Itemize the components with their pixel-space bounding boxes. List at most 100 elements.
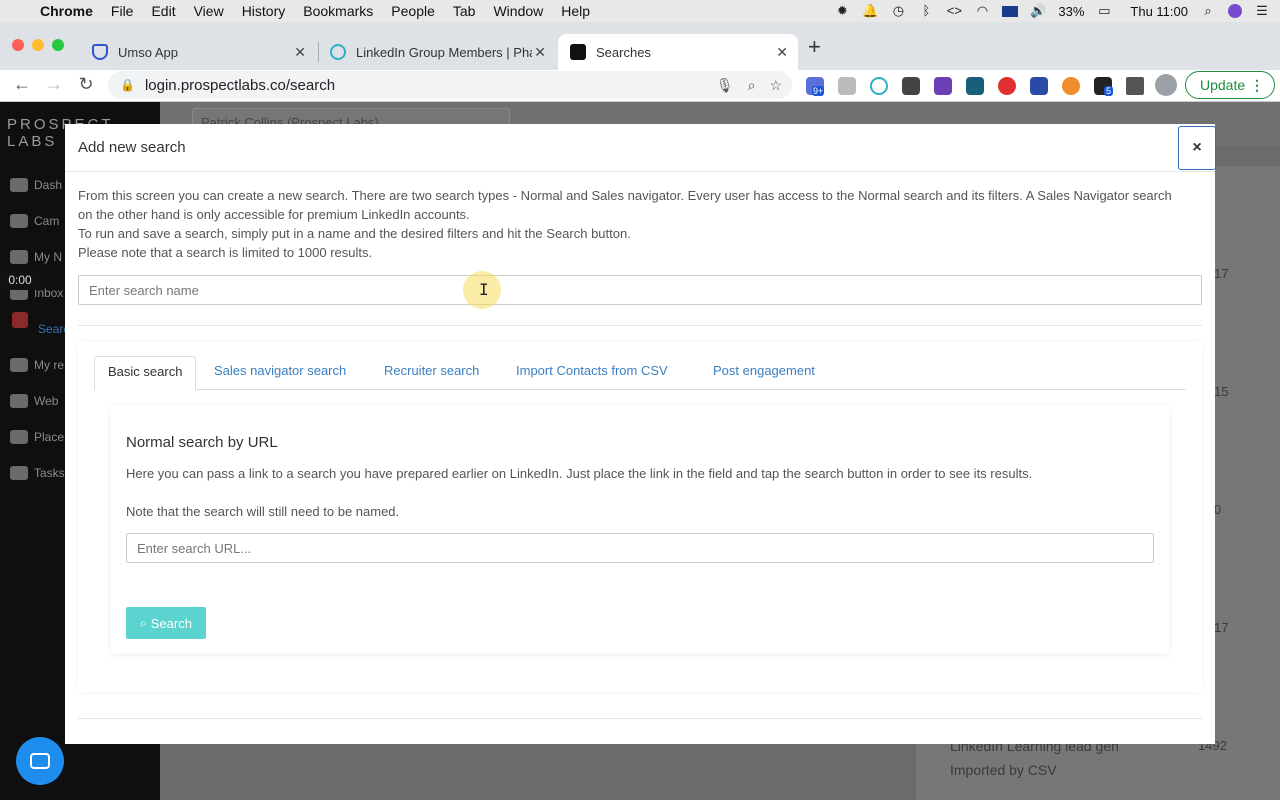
support-chat-button[interactable] xyxy=(16,737,64,785)
zoom-window-button[interactable] xyxy=(52,39,64,51)
search-name-input[interactable] xyxy=(78,275,1202,305)
phantombuster-icon xyxy=(330,44,346,60)
menu-view[interactable]: View xyxy=(194,3,224,19)
chat-icon xyxy=(30,753,50,769)
sidebar-item-dashboard[interactable]: Dash xyxy=(10,178,62,192)
tasks-icon xyxy=(10,466,28,480)
sidebar-item-campaigns[interactable]: Cam xyxy=(10,214,59,228)
code-brackets-icon xyxy=(10,430,28,444)
add-user-icon xyxy=(10,358,28,372)
sidebar-item-webhooks[interactable]: Web xyxy=(10,394,58,408)
close-modal-button[interactable]: × xyxy=(1178,126,1216,170)
browser-tab-umso[interactable]: Umso App ✕ xyxy=(80,34,316,70)
menu-people[interactable]: People xyxy=(391,3,435,19)
sidebar-item-my-network[interactable]: My N xyxy=(10,250,62,264)
extension-2-icon[interactable] xyxy=(838,77,856,95)
tab-basic-search[interactable]: Basic search xyxy=(94,356,197,391)
list-count: 0 xyxy=(1214,502,1222,517)
intro-line: From this screen you can create a new se… xyxy=(78,188,1172,222)
microphone-icon[interactable]: 🎙 xyxy=(716,77,734,94)
profile-avatar[interactable] xyxy=(1155,74,1177,96)
extensions-puzzle-icon[interactable] xyxy=(1126,77,1144,95)
control-center-icon[interactable]: ☰ xyxy=(1254,4,1270,18)
menu-edit[interactable]: Edit xyxy=(151,3,175,19)
extension-8-icon[interactable] xyxy=(1030,77,1048,95)
browser-tab-searches[interactable]: Searches ✕ xyxy=(558,34,798,70)
modal-header: Add new search × xyxy=(65,124,1216,172)
list-count: 15 xyxy=(1214,384,1229,399)
notification-bell-icon[interactable]: 🔔 xyxy=(862,4,878,18)
tab-sales-navigator-search[interactable]: Sales navigator search xyxy=(201,356,359,390)
dashboard-icon xyxy=(10,178,28,192)
extension-3-icon[interactable] xyxy=(870,77,888,95)
brightness-icon[interactable]: ✹ xyxy=(834,4,850,18)
browser-tab-linkedin-group[interactable]: LinkedIn Group Members | Pha ✕ xyxy=(318,34,556,70)
menu-tab[interactable]: Tab xyxy=(453,3,476,19)
forward-arrow-icon[interactable]: → xyxy=(42,74,66,95)
kebab-menu-icon[interactable]: ⋮ xyxy=(1250,77,1264,94)
url-text[interactable]: login.prospectlabs.co/search xyxy=(145,77,335,94)
spotlight-search-icon[interactable]: ⌕ xyxy=(1200,4,1216,18)
clock[interactable]: Thu 11:00 xyxy=(1130,4,1188,19)
menu-window[interactable]: Window xyxy=(493,3,543,19)
minimize-window-button[interactable] xyxy=(32,39,44,51)
macos-menubar: Chrome File Edit View History Bookmarks … xyxy=(0,0,1280,22)
tab-recruiter-search[interactable]: Recruiter search xyxy=(371,356,492,390)
address-bar[interactable]: 🔒 login.prospectlabs.co/search 🎙 ⌕ ☆ xyxy=(108,71,792,99)
tab-title: LinkedIn Group Members | Pha xyxy=(356,44,532,60)
sidebar-item-placeholders[interactable]: Place xyxy=(10,430,64,444)
basic-search-card: Normal search by URL Here you can pass a… xyxy=(111,406,1169,654)
tab-title: Searches xyxy=(596,44,651,60)
bookmark-star-icon[interactable]: ☆ xyxy=(769,77,782,94)
intro-line: Please note that a search is limited to … xyxy=(78,245,373,260)
section-description: Here you can pass a link to a search you… xyxy=(126,466,1033,481)
extension-badge: 9+ xyxy=(812,86,825,96)
menu-help[interactable]: Help xyxy=(561,3,590,19)
close-window-button[interactable] xyxy=(12,39,24,51)
reload-icon[interactable]: ↻ xyxy=(74,74,98,95)
search-url-input[interactable] xyxy=(126,533,1154,563)
extension-7-icon[interactable] xyxy=(998,77,1016,95)
menu-history[interactable]: History xyxy=(242,3,286,19)
search-button[interactable]: ⌕ Search xyxy=(126,607,206,639)
wifi-icon[interactable]: ◠ xyxy=(974,4,990,18)
tab-title: Umso App xyxy=(118,44,178,60)
window-controls xyxy=(12,39,64,51)
search-list-item-subtitle: Imported by CSV xyxy=(950,762,1057,778)
volume-icon[interactable]: 🔊 xyxy=(1030,4,1046,18)
uk-flag-icon[interactable] xyxy=(1002,5,1019,17)
menu-bookmarks[interactable]: Bookmarks xyxy=(303,3,373,19)
menu-file[interactable]: File xyxy=(111,3,134,19)
webhook-icon xyxy=(10,394,28,408)
close-tab-icon[interactable]: ✕ xyxy=(534,44,546,61)
bluetooth-icon[interactable]: ᛒ xyxy=(918,4,934,18)
code-icon[interactable]: <> xyxy=(946,4,962,18)
divider xyxy=(78,718,1202,719)
siri-icon[interactable] xyxy=(1228,4,1242,18)
back-arrow-icon[interactable]: ← xyxy=(10,74,34,95)
close-tab-icon[interactable]: ✕ xyxy=(294,44,306,61)
tab-import-contacts-csv[interactable]: Import Contacts from CSV xyxy=(503,356,681,390)
browser-toolbar: ← → ↻ 🔒 login.prospectlabs.co/search 🎙 ⌕… xyxy=(0,70,1280,102)
tab-post-engagement[interactable]: Post engagement xyxy=(700,356,828,390)
extension-4-icon[interactable] xyxy=(902,77,920,95)
extension-5-icon[interactable] xyxy=(934,77,952,95)
time-machine-icon[interactable]: ◷ xyxy=(890,4,906,18)
zoom-icon[interactable]: ⌕ xyxy=(748,77,756,94)
update-button[interactable]: Update ⋮ xyxy=(1185,71,1275,99)
umso-shield-icon xyxy=(92,44,108,60)
megaphone-icon xyxy=(10,214,28,228)
new-tab-plus-icon[interactable]: + xyxy=(808,34,821,60)
browser-tabstrip: Umso App ✕ LinkedIn Group Members | Pha … xyxy=(0,22,1280,70)
magnifier-icon: ⌕ xyxy=(140,615,147,630)
prospectlabs-icon xyxy=(570,44,586,60)
menu-app-name[interactable]: Chrome xyxy=(40,3,93,19)
extension-9-icon[interactable] xyxy=(1062,77,1080,95)
close-tab-icon[interactable]: ✕ xyxy=(776,44,788,61)
extension-6-icon[interactable] xyxy=(966,77,984,95)
battery-icon[interactable]: ▭ xyxy=(1096,4,1112,18)
sidebar-item-tasks[interactable]: Tasks xyxy=(10,466,65,480)
sidebar-item-my-requests[interactable]: My re xyxy=(10,358,64,372)
lock-icon[interactable]: 🔒 xyxy=(120,78,135,92)
stop-recording-icon[interactable] xyxy=(12,312,28,328)
